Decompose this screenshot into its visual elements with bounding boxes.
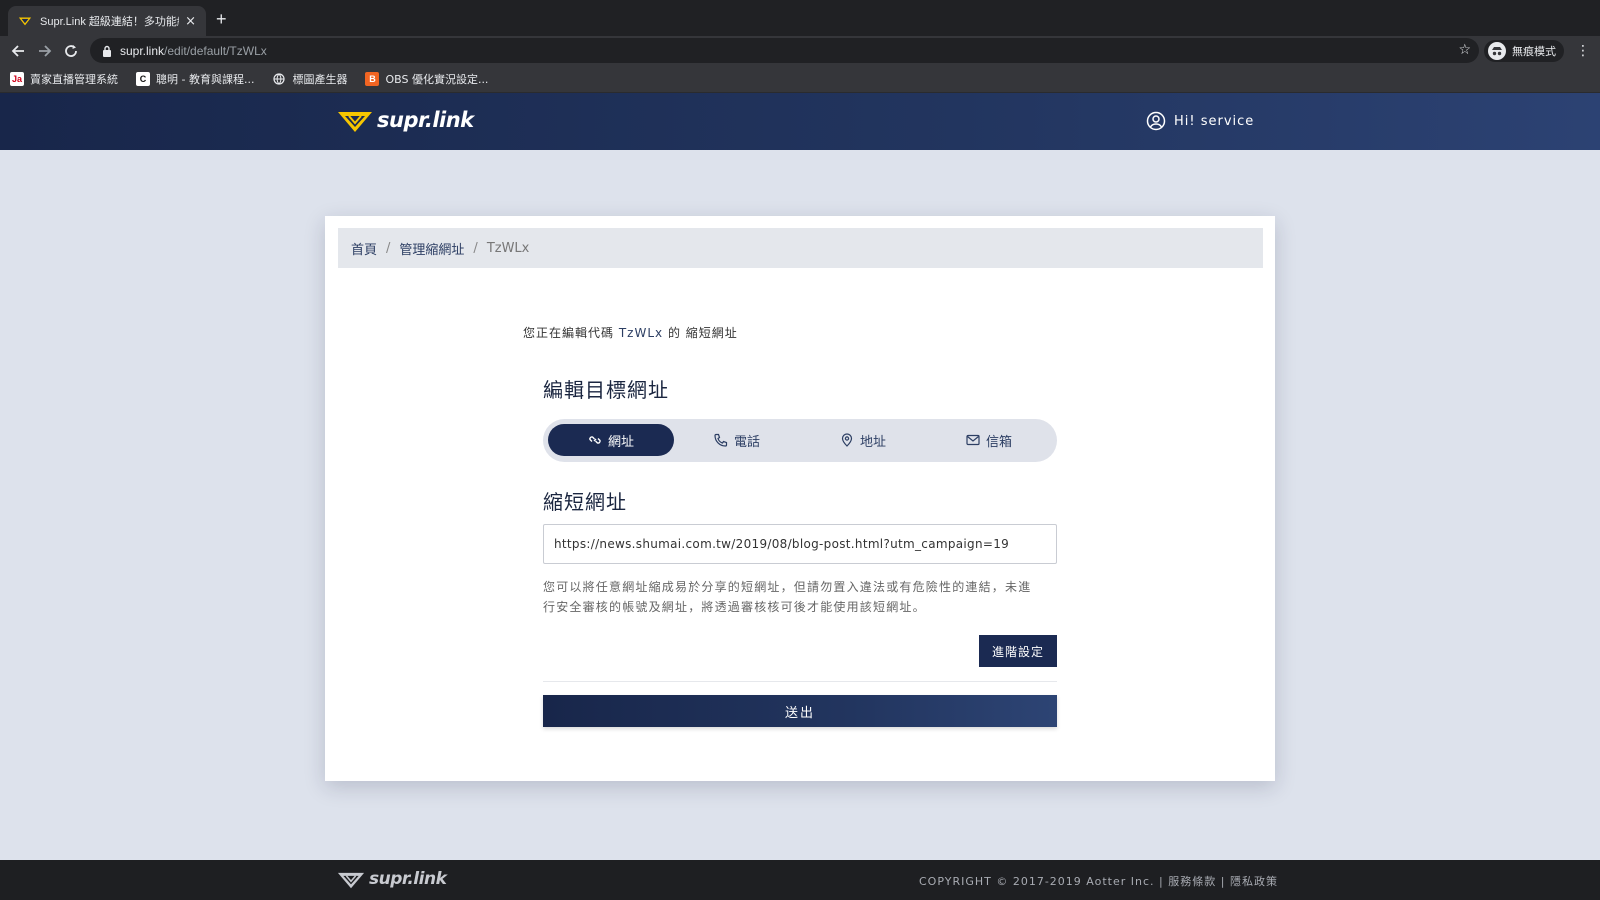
logo-text: supr.link [377,108,474,132]
user-greeting: Hi! service [1174,113,1255,129]
tab-email-label: 信箱 [985,434,1012,450]
copyright-text: COPYRIGHT © 2017-2019 Aotter Inc. | [919,875,1164,888]
globe-icon [272,72,287,86]
tab-email[interactable]: 信箱 [926,424,1052,456]
breadcrumb-separator: / [386,240,391,256]
footer-separator: | [1220,875,1226,888]
link-type-tabs: 網址 電話 地址 信箱 [543,419,1057,462]
target-url-input[interactable] [543,524,1057,564]
edit-note-suffix: 的 縮短網址 [667,326,738,340]
breadcrumb-home[interactable]: 首頁 [351,239,377,258]
browser-menu-icon[interactable]: ⋮ [1576,43,1590,59]
divider [543,681,1057,682]
phone-icon [714,433,728,447]
bookmark-label: 賣家直播管理系統 [30,73,118,86]
browser-tab[interactable]: Supr.Link 超級連結！多功能縮址 × [8,6,206,36]
logo-diamond-icon [338,112,372,132]
tab-title: Supr.Link 超級連結！多功能縮址 [40,16,179,28]
bookmark-image-generator[interactable]: 標圖產生器 [272,71,347,87]
target-section-title: 編輯目標網址 [543,378,669,402]
back-icon[interactable] [8,41,28,61]
footer-logo-diamond-icon [337,872,365,889]
bookmark-favicon-icon: Ja [10,72,24,86]
browser-toolbar: supr.link/edit/default/TzWLx ☆ 無痕模式 ⋮ [0,36,1600,66]
url-text: supr.link/edit/default/TzWLx [120,43,267,58]
incognito-indicator[interactable]: 無痕模式 [1484,40,1564,62]
bookmark-label: 聰明 - 教育與課程... [156,73,255,86]
tab-url-label: 網址 [607,434,634,450]
tab-url[interactable]: 網址 [548,424,674,456]
link-icon [589,436,601,444]
footer-logo[interactable]: supr.link [337,869,447,889]
bookmark-favicon-icon: C [136,72,150,86]
footer-copyright: COPYRIGHT © 2017-2019 Aotter Inc. | 服務條款… [919,873,1278,889]
tab-phone[interactable]: 電話 [674,424,800,456]
breadcrumb-manage[interactable]: 管理縮網址 [399,239,464,258]
tab-phone-label: 電話 [733,434,760,450]
edit-note: 您正在編輯代碼 TzWLx 的 縮短網址 [523,324,738,341]
user-circle-icon [1146,111,1166,131]
site-header: supr.link Hi! service [0,93,1600,150]
bookmark-favicon-icon: B [365,72,380,86]
edit-note-code: TzWLx [618,326,664,340]
browser-tabstrip: Supr.Link 超級連結！多功能縮址 × + [0,0,1600,36]
tab-address-label: 地址 [859,434,886,450]
bookmark-label: 標圖產生器 [292,73,348,86]
breadcrumb-current: TzWLx [486,240,530,256]
bookmark-label: OBS 優化實況設定... [385,73,489,86]
footer-logo-text: supr.link [369,869,447,889]
bookmark-obs-settings[interactable]: B OBS 優化實況設定... [365,71,488,87]
reload-icon[interactable] [61,41,81,61]
breadcrumb: 首頁 / 管理縮網址 / TzWLx [338,228,1263,268]
terms-link[interactable]: 服務條款 [1168,875,1216,888]
lock-icon [103,45,111,57]
edit-card: 首頁 / 管理縮網址 / TzWLx 您正在編輯代碼 TzWLx 的 縮短網址 … [325,216,1275,781]
bookmark-live-seller[interactable]: Ja 賣家直播管理系統 [10,71,118,87]
advanced-settings-button[interactable]: 進階設定 [979,635,1057,667]
privacy-link[interactable]: 隱私政策 [1230,875,1278,888]
mail-icon [966,434,980,446]
new-tab-button[interactable]: + [216,9,227,30]
forward-icon[interactable] [35,41,55,61]
help-text: 您可以將任意網址縮成易於分享的短網址，但請勿置入違法或有危險性的連結，未進行安全… [543,580,1032,614]
site-footer: supr.link COPYRIGHT © 2017-2019 Aotter I… [0,860,1600,900]
map-pin-icon [841,433,853,447]
close-tab-icon[interactable]: × [185,14,196,29]
suprlink-logo[interactable]: supr.link [337,107,474,133]
tab-address[interactable]: 地址 [800,424,926,456]
breadcrumb-separator: / [473,240,478,256]
incognito-icon [1488,42,1506,60]
suprlink-favicon-icon [18,17,32,26]
bookmark-star-icon[interactable]: ☆ [1458,42,1471,58]
address-bar[interactable]: supr.link/edit/default/TzWLx ☆ [90,38,1479,63]
bookmark-education[interactable]: C 聰明 - 教育與課程... [136,71,254,87]
submit-button[interactable]: 送出 [543,695,1057,727]
bookmarks-bar: Ja 賣家直播管理系統 C 聰明 - 教育與課程... 標圖產生器 B OBS 優化實況設定… [0,66,1600,93]
incognito-label: 無痕模式 [1512,45,1556,58]
user-menu[interactable]: Hi! service [1146,111,1254,131]
short-url-section-title: 縮短網址 [543,490,627,514]
edit-note-prefix: 您正在編輯代碼 [523,326,615,340]
